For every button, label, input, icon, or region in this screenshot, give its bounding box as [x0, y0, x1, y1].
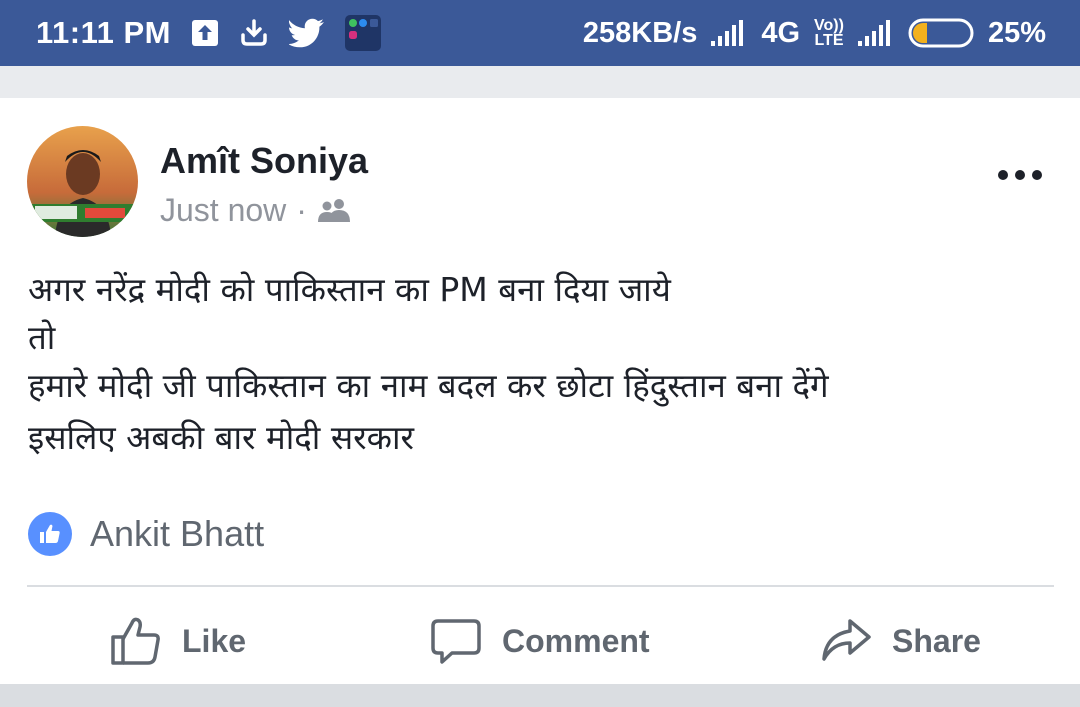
feed-gap [0, 66, 1080, 98]
more-dot-icon [1015, 170, 1025, 180]
more-options-button[interactable] [992, 160, 1048, 190]
meta-separator: · [296, 192, 307, 228]
friends-icon[interactable] [317, 198, 351, 224]
network-type: 4G [761, 16, 801, 49]
more-dot-icon [998, 170, 1008, 180]
volte-top: Vo)) [814, 17, 844, 34]
reactions-summary[interactable]: Ankit Bhatt [28, 512, 264, 556]
comment-button[interactable]: Comment [430, 606, 650, 676]
twitter-icon [288, 18, 325, 48]
post-line: हमारे मोदी जी पाकिस्तान का नाम बदल कर छो… [28, 366, 829, 405]
comment-label: Comment [502, 622, 650, 659]
battery-percent: 25% [987, 16, 1046, 49]
post-line: तो [28, 318, 56, 357]
comment-icon [431, 619, 481, 664]
post-card: Amît Soniya Just now · अगर नरेंद्र मोदी … [0, 98, 1080, 684]
share-label: Share [892, 622, 981, 659]
post-timestamp[interactable]: Just now [160, 192, 286, 229]
more-dot-icon [1032, 170, 1042, 180]
post-body: अगर नरेंद्र मोदी को पाकिस्तान का PM बना … [28, 266, 1058, 462]
post-meta: Just now · [160, 192, 351, 229]
status-bar: 11:11 PM 258KB/s 4G Vo)) LTE 25% [0, 0, 1080, 66]
post-line: अगर नरेंद्र मोदी को पाकिस्तान का PM बना … [28, 270, 671, 309]
volte-icon: Vo)) LTE [814, 17, 844, 49]
signal-icon [711, 19, 747, 47]
like-label: Like [182, 622, 247, 659]
thumbs-up-icon [111, 617, 160, 665]
status-left: 11:11 PM [36, 15, 381, 51]
volte-bottom: LTE [814, 32, 844, 49]
share-icon [822, 619, 871, 661]
network-speed: 258KB/s [582, 16, 698, 49]
like-button[interactable]: Like [110, 606, 246, 676]
post-line: इसलिए अबकी बार मोदी सरकार [28, 418, 415, 457]
notification-apps-icon [344, 15, 381, 51]
action-bar: Like Comment Share [0, 606, 1080, 676]
author-name[interactable]: Amît Soniya [160, 140, 368, 182]
signal-icon-2 [857, 19, 894, 47]
avatar[interactable] [27, 126, 138, 237]
battery-icon [908, 18, 974, 48]
status-time: 11:11 PM [36, 15, 171, 50]
divider [27, 585, 1054, 587]
reactor-name[interactable]: Ankit Bhatt [90, 513, 264, 555]
share-button[interactable]: Share [820, 606, 981, 676]
status-right: 258KB/s 4G Vo)) LTE 25% [583, 17, 1046, 50]
feed-gap-bottom [0, 684, 1080, 707]
upload-icon [191, 19, 219, 47]
download-icon [239, 18, 269, 48]
like-reaction-icon [28, 512, 72, 556]
